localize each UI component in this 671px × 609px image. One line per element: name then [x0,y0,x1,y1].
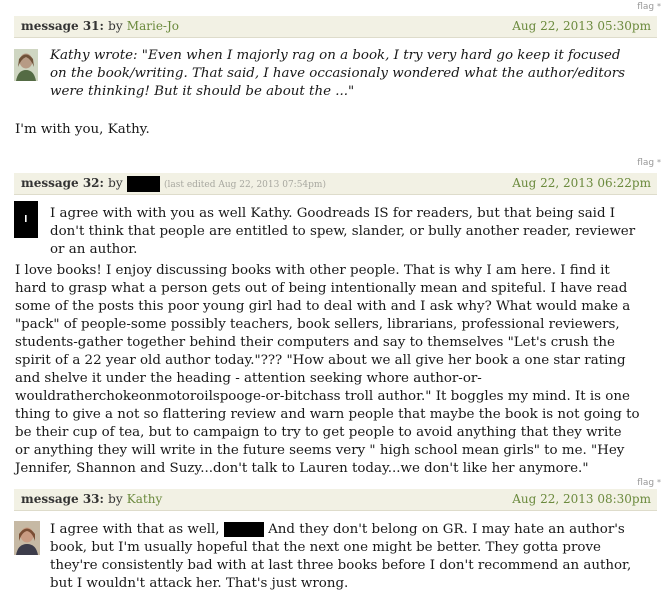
message-body-intro: I agree with with you as well Kathy. Goo… [50,206,636,257]
message-number: message 33: by Kathy [21,492,163,506]
message-body: I agree with that as well, And they don'… [50,521,650,593]
message-number: message 32: by (last edited Aug 22, 2013… [21,175,326,192]
quoted-text: Kathy wrote: "Even when I majorly rag on… [50,48,626,99]
author-link[interactable]: Kathy [127,492,162,506]
avatar[interactable] [14,521,40,555]
message-body-start: I agree with that as well, [50,522,220,537]
avatar[interactable] [14,49,38,81]
last-edited-note: (last edited Aug 22, 2013 07:54pm) [163,180,326,190]
flag-link-31[interactable]: flag * [637,2,661,12]
redacted-username [126,175,160,192]
author-link[interactable]: Marie-Jo [127,19,179,33]
message-date-link[interactable]: Aug 22, 2013 06:22pm [512,173,651,194]
redacted-username [223,522,264,537]
message-date-link[interactable]: Aug 22, 2013 05:30pm [512,16,651,37]
user-photo-icon [14,521,40,555]
flag-link-33[interactable]: flag * [637,478,661,488]
user-photo-icon [14,49,38,81]
message-body: I'm with you, Kathy. [15,122,150,137]
message-header-33: message 33: by Kathy Aug 22, 2013 08:30p… [14,489,657,511]
flag-link-32[interactable]: flag * [637,158,661,168]
redacted-avatar-icon [14,201,38,238]
message-thread: flag * message 31: by Marie-Jo Aug 22, 2… [0,0,671,609]
message-date-link[interactable]: Aug 22, 2013 08:30pm [512,489,651,510]
message-body: I love books! I enjoy discussing books w… [15,263,640,476]
message-number: message 31: by Marie-Jo [21,19,180,33]
avatar[interactable] [14,201,38,238]
message-header-32: message 32: by (last edited Aug 22, 2013… [14,173,657,195]
message-header-31: message 31: by Marie-Jo Aug 22, 2013 05:… [14,16,657,38]
